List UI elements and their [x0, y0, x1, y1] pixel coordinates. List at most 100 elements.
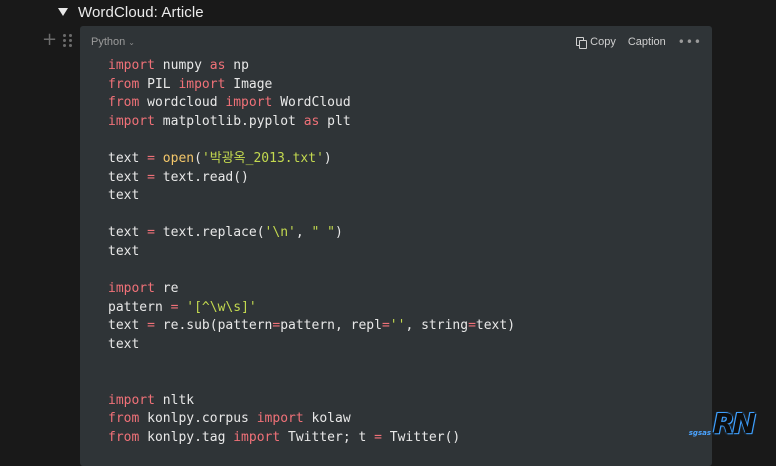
code-token: konlpy.corpus	[139, 411, 257, 427]
code-actions: Copy Caption •••	[576, 35, 702, 49]
code-token: import	[233, 429, 281, 445]
block-handles: +	[42, 31, 73, 49]
code-token: =	[468, 318, 476, 334]
code-token: Twitter()	[381, 429, 461, 445]
triangle-down-icon[interactable]	[58, 8, 68, 16]
code-token: import	[108, 58, 155, 73]
code-line: text	[108, 243, 515, 262]
code-line: pattern = '[^\w\s]'	[108, 299, 515, 318]
code-token: from	[108, 429, 140, 445]
code-token: konlpy.tag	[139, 429, 234, 445]
drag-handle-icon[interactable]	[63, 33, 73, 47]
code-line: import numpy as np	[108, 57, 515, 76]
code-token: text	[108, 188, 140, 204]
code-line: text = text.read()	[108, 169, 515, 188]
code-token: =	[147, 169, 155, 185]
copy-label: Copy	[590, 36, 616, 48]
watermark-logo: sgsas RN	[688, 407, 756, 440]
watermark-text: RN	[713, 407, 756, 440]
code-line: import nltk	[108, 392, 515, 411]
code-line: text = re.sub(pattern=pattern, repl='', …	[108, 317, 515, 336]
code-line: text	[108, 336, 515, 355]
code-token: )	[323, 150, 332, 166]
code-token: text	[108, 318, 148, 334]
code-token: np	[225, 58, 249, 73]
code-token: ''	[389, 318, 406, 334]
code-token: text	[108, 243, 140, 259]
code-token: text)	[475, 318, 516, 334]
code-line: text = text.replace('\n', " ")	[108, 224, 515, 243]
toggle-title[interactable]: WordCloud: Article	[78, 4, 204, 21]
code-block[interactable]: Python ⌄ Copy Caption ••• import numpy a…	[80, 26, 712, 466]
code-token: matplotlib.pyplot	[154, 113, 304, 129]
code-token: import	[256, 411, 304, 427]
code-token: from	[108, 76, 140, 92]
code-token: wordcloud	[139, 95, 226, 111]
code-line: from PIL import Image	[108, 76, 515, 95]
code-token: Image	[225, 76, 273, 92]
code-token: re.sub(pattern	[154, 318, 273, 334]
code-token: =	[147, 150, 155, 166]
code-token: =	[147, 318, 155, 334]
language-select[interactable]: Python ⌄	[91, 36, 135, 48]
code-token: from	[108, 95, 140, 111]
code-token: =	[147, 225, 155, 241]
code-token: (	[194, 150, 202, 166]
watermark-small-text: sgsas	[688, 429, 711, 437]
code-token: text	[108, 336, 140, 352]
code-token: , string	[405, 318, 469, 334]
code-token: " "	[311, 225, 335, 241]
toggle-block[interactable]: WordCloud: Article	[58, 2, 204, 22]
code-line: from wordcloud import WordCloud	[108, 94, 515, 113]
code-token: text	[108, 150, 148, 166]
chevron-down-icon: ⌄	[128, 37, 135, 47]
code-line: from konlpy.corpus import kolaw	[108, 410, 515, 429]
code-token: text.replace(	[154, 225, 265, 241]
code-line: import re	[108, 280, 515, 299]
code-header: Python ⌄ Copy Caption •••	[80, 26, 712, 60]
caption-button[interactable]: Caption	[628, 36, 666, 48]
code-token: =	[381, 318, 390, 334]
code-token: PIL	[139, 76, 179, 92]
copy-icon	[576, 36, 588, 49]
code-token: from	[108, 411, 140, 427]
code-token: as	[303, 113, 320, 129]
code-token: import	[225, 95, 273, 111]
code-token: =	[374, 429, 382, 445]
code-token: nltk	[154, 392, 195, 408]
code-token: '\n'	[264, 225, 296, 241]
code-token: )	[335, 225, 343, 241]
code-line: import matplotlib.pyplot as plt	[108, 113, 515, 132]
code-token: plt	[319, 113, 351, 129]
code-token: import	[108, 113, 155, 129]
code-token: text	[108, 169, 148, 185]
code-line: from konlpy.tag import Twitter; t = Twit…	[108, 429, 515, 448]
code-token: import	[108, 392, 155, 408]
code-token: as	[209, 58, 226, 73]
plus-icon[interactable]: +	[42, 31, 57, 49]
code-token: Twitter; t	[280, 429, 375, 445]
code-token: '[^\w\s]'	[186, 299, 257, 315]
code-token: open	[162, 150, 195, 166]
code-token: numpy	[154, 58, 210, 73]
code-line: text = open('박광옥_2013.txt')	[108, 150, 515, 169]
code-line: text	[108, 187, 515, 206]
code-token: WordCloud	[272, 95, 351, 111]
code-token: re	[154, 281, 179, 297]
code-token: import	[108, 281, 155, 297]
code-token: pattern	[108, 299, 171, 315]
copy-button[interactable]: Copy	[576, 36, 616, 49]
more-icon[interactable]: •••	[678, 35, 702, 49]
code-token: kolaw	[303, 411, 351, 427]
code-token: text	[108, 225, 148, 241]
code-token: import	[178, 76, 226, 92]
code-token: ,	[295, 225, 312, 241]
language-label: Python	[91, 36, 126, 48]
code-content[interactable]: import numpy as np from PIL import Image f…	[108, 57, 515, 447]
